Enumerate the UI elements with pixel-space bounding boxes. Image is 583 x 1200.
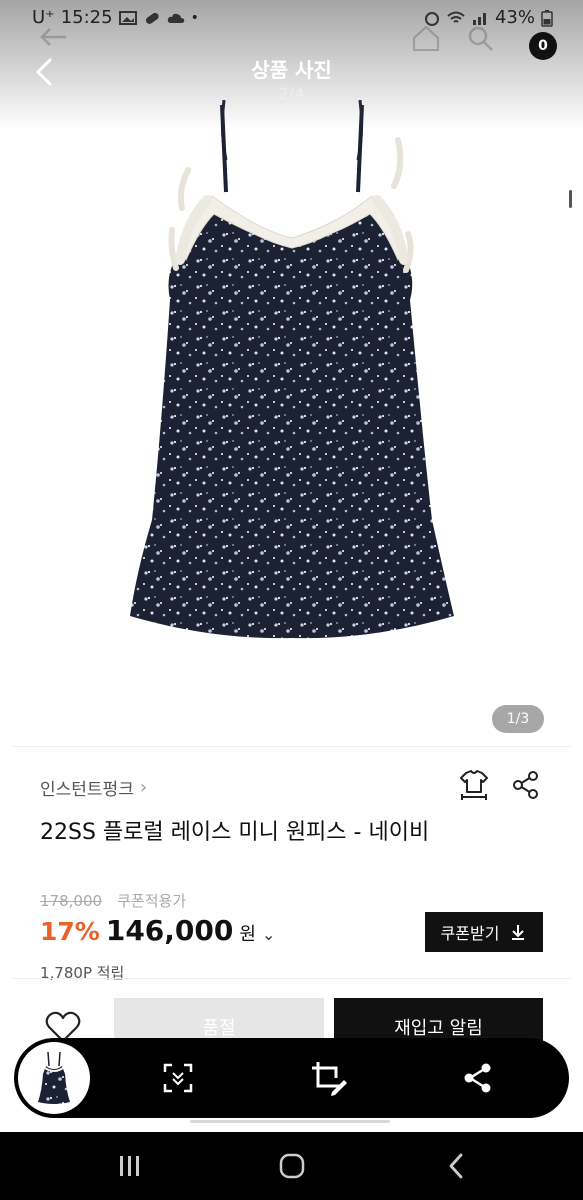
edit-button[interactable] (308, 1058, 348, 1098)
shirt-size-icon[interactable] (457, 768, 491, 802)
cart-count-badge[interactable]: 0 (529, 32, 557, 60)
coupon-button-label: 쿠폰받기 (440, 924, 500, 943)
scan-button[interactable] (158, 1058, 198, 1098)
price-row: 17% 146,000 원 ⌄ (40, 914, 275, 947)
chevron-right-icon: › (139, 777, 148, 798)
viewer-title: 상품 사진 (251, 58, 332, 82)
gesture-line (190, 1120, 390, 1123)
battery-icon (541, 9, 553, 27)
recents-icon (120, 1156, 139, 1176)
carrier-label: U⁺ (32, 7, 55, 28)
cloud-icon (167, 13, 184, 23)
viewer-header: 상품 사진 2/4 (0, 48, 583, 112)
time-label: 15:25 (60, 7, 113, 28)
share-button[interactable] (458, 1058, 498, 1098)
battery-label: 43% (494, 7, 535, 28)
dress-illustration (130, 100, 454, 639)
chevron-down-icon[interactable]: ⌄ (262, 925, 275, 944)
pill-icon (145, 12, 159, 24)
coupon-button[interactable]: 쿠폰받기 (425, 912, 543, 952)
screen: U⁺ 15:25 • 43% 상품 사진 2/4 0 1/3 인스턴트펑크 › (0, 0, 583, 1200)
gallery-icon (118, 10, 137, 25)
price-note-row: 178,000 쿠폰적용가 (40, 890, 186, 911)
crop-edit-icon (312, 1062, 347, 1096)
brand-link[interactable]: 인스턴트펑크 › (40, 775, 147, 800)
divider (12, 746, 571, 747)
system-nav-bar (0, 1132, 583, 1200)
discount-rate: 17% (40, 917, 100, 946)
scroll-indicator (569, 190, 572, 208)
product-image[interactable] (12, 100, 571, 740)
image-page-indicator: 1/3 (492, 705, 544, 733)
brand-name: 인스턴트펑크 (40, 780, 134, 800)
sale-price: 146,000 (105, 914, 234, 947)
nav-back-icon (449, 1153, 463, 1179)
info-actions (457, 768, 543, 802)
product-name: 22SS 플로럴 레이스 미니 원피스 - 네이비 (40, 820, 430, 845)
share-icon[interactable] (509, 768, 543, 802)
thumbnail[interactable] (18, 1042, 90, 1114)
original-price: 178,000 (40, 892, 103, 910)
nav-back-button[interactable] (434, 1146, 478, 1186)
coupon-price-note: 쿠폰적용가 (117, 892, 187, 910)
thumbnail-dress-icon (38, 1051, 70, 1104)
ghost-back-icon (40, 28, 66, 46)
scan-icon (163, 1063, 193, 1093)
home-icon (279, 1153, 305, 1179)
recents-button[interactable] (108, 1146, 152, 1186)
divider (12, 978, 571, 979)
download-icon (512, 925, 525, 940)
image-toolbar (14, 1038, 569, 1118)
status-bar: U⁺ 15:25 • 43% (0, 0, 583, 36)
viewer-counter: 2/4 (278, 84, 305, 103)
wifi-icon (447, 11, 465, 23)
currency-label: 원 (239, 924, 256, 945)
dot-icon: • (190, 9, 199, 26)
points-label: 1,780P 적립 (40, 964, 125, 982)
share-icon (464, 1063, 491, 1093)
home-button[interactable] (270, 1146, 314, 1186)
